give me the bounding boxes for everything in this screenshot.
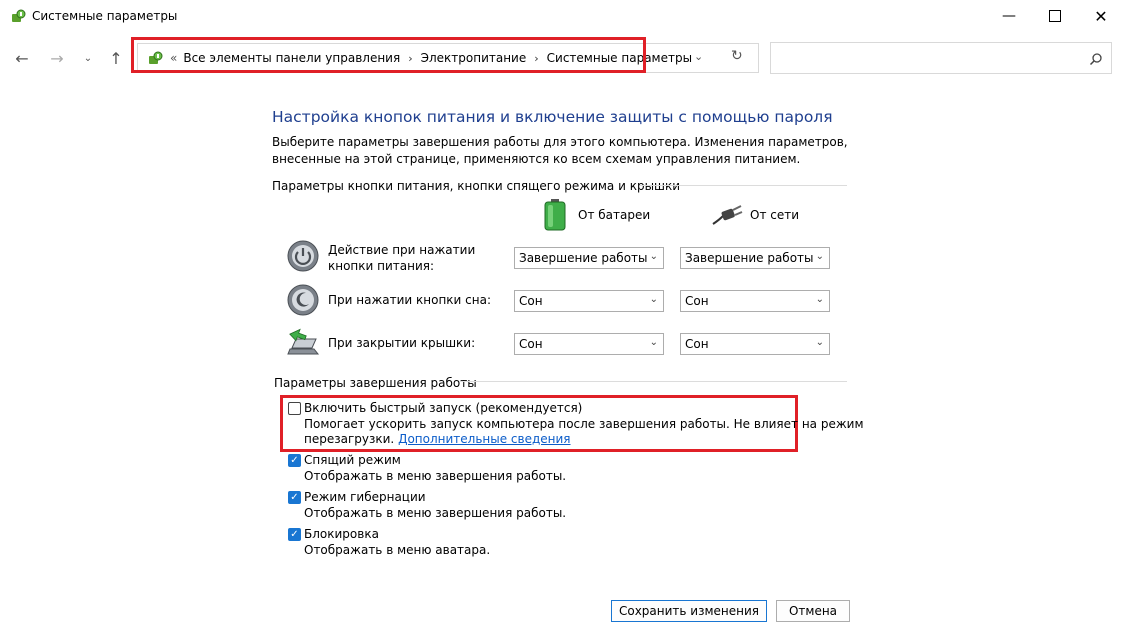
power-button-icon (287, 240, 319, 272)
sleep-option-description: Отображать в меню завершения работы. (304, 469, 567, 483)
page-description: Выберите параметры завершения работы для… (272, 135, 848, 166)
chevron-down-icon: ⌄ (83, 52, 93, 64)
back-button[interactable]: ← (10, 47, 34, 69)
hibernate-checkbox[interactable]: ✓ (288, 491, 301, 504)
power-button-battery-select[interactable]: Завершение работы ⌄ (514, 247, 664, 269)
close-button[interactable]: ✕ (1078, 0, 1124, 32)
up-button[interactable]: ↑ (104, 47, 128, 69)
save-changes-button[interactable]: Сохранить изменения (611, 600, 767, 622)
maximize-button[interactable] (1032, 0, 1078, 32)
arrow-right-icon: → (50, 48, 64, 68)
lock-checkbox[interactable]: ✓ (288, 528, 301, 541)
sleep-option-label[interactable]: Спящий режим (304, 453, 401, 467)
chevron-down-icon: ⌄ (815, 337, 824, 348)
power-button-ac-select[interactable]: Завершение работы ⌄ (680, 247, 830, 269)
minimize-icon: — (1002, 8, 1016, 24)
power-options-app-icon (12, 9, 26, 22)
lid-close-battery-select[interactable]: Сон ⌄ (514, 333, 664, 355)
fast-startup-checkbox[interactable] (288, 402, 301, 415)
battery-icon (544, 199, 566, 231)
column-plugged-in: От сети (750, 208, 800, 222)
chevron-down-icon: ⌄ (694, 50, 704, 63)
maximize-icon (1049, 10, 1061, 22)
checkmark-icon: ✓ (290, 455, 299, 466)
hibernate-option-label[interactable]: Режим гибернации (304, 490, 426, 504)
power-button-action-label: Действие при нажатии кнопки питания: (328, 243, 476, 273)
search-icon (1089, 53, 1102, 66)
checkmark-icon: ✓ (290, 529, 299, 540)
forward-button[interactable]: → (45, 47, 69, 69)
chevron-down-icon: ⌄ (649, 294, 658, 305)
chevron-down-icon: ⌄ (815, 251, 824, 262)
section-title-buttons: Параметры кнопки питания, кнопки спящего… (272, 179, 681, 193)
chevron-down-icon: ⌄ (649, 251, 658, 262)
section-divider (459, 381, 847, 382)
lid-close-ac-select[interactable]: Сон ⌄ (680, 333, 830, 355)
address-highlight-frame (131, 37, 646, 73)
lock-option-description: Отображать в меню аватара. (304, 543, 491, 557)
sleep-button-icon (287, 284, 319, 316)
refresh-icon: ↻ (731, 48, 743, 64)
fast-startup-description: Помогает ускорить запуск компьютера посл… (304, 417, 864, 431)
search-input[interactable] (770, 42, 1112, 74)
more-info-link[interactable]: Дополнительные сведения (398, 432, 570, 446)
section-title-shutdown: Параметры завершения работы (274, 376, 477, 390)
lock-option-label[interactable]: Блокировка (304, 527, 379, 541)
page-title: Настройка кнопок питания и включение защ… (272, 108, 833, 126)
refresh-button[interactable]: ↻ (731, 48, 743, 64)
footer-bar (0, 592, 1125, 634)
lid-close-action-label: При закрытии крышки: (328, 336, 476, 350)
fast-startup-label[interactable]: Включить быстрый запуск (рекомендуется) (304, 401, 582, 415)
window-title: Системные параметры (32, 9, 178, 23)
hibernate-option-description: Отображать в меню завершения работы. (304, 506, 567, 520)
laptop-lid-icon (287, 328, 320, 355)
arrow-left-icon: ← (15, 48, 29, 68)
recent-locations-button[interactable]: ⌄ (76, 47, 100, 69)
close-icon: ✕ (1094, 6, 1108, 26)
checkmark-icon: ✓ (290, 492, 299, 503)
address-dropdown-button[interactable]: ⌄ (694, 50, 703, 63)
chevron-down-icon: ⌄ (815, 294, 824, 305)
power-plug-icon (712, 205, 743, 225)
minimize-button[interactable]: — (986, 0, 1032, 32)
cancel-button[interactable]: Отмена (776, 600, 850, 622)
sleep-button-ac-select[interactable]: Сон ⌄ (680, 290, 830, 312)
arrow-up-icon: ↑ (109, 48, 123, 68)
section-divider (640, 185, 847, 186)
chevron-down-icon: ⌄ (649, 337, 658, 348)
sleep-button-battery-select[interactable]: Сон ⌄ (514, 290, 664, 312)
sleep-checkbox[interactable]: ✓ (288, 454, 301, 467)
column-on-battery: От батареи (578, 208, 651, 222)
fast-startup-description-line2: перезагрузки. Дополнительные сведения (304, 432, 571, 446)
sleep-button-action-label: При нажатии кнопки сна: (328, 293, 492, 307)
